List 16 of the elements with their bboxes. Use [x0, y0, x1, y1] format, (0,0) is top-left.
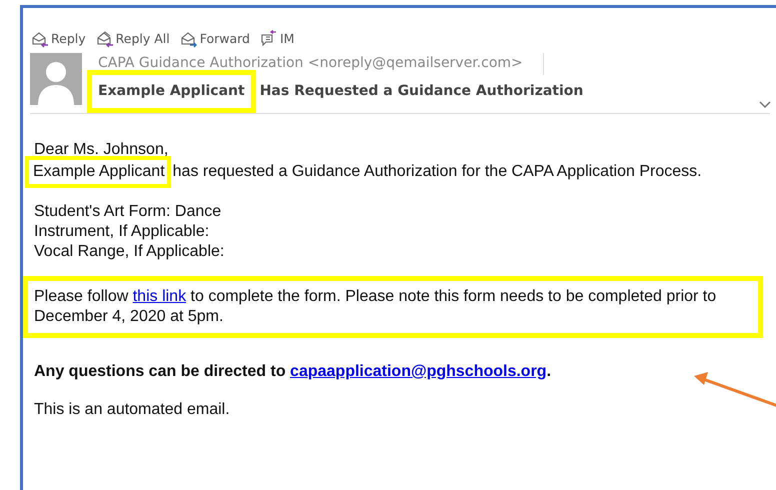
request-text: has requested a Guidance Authorization for the CAPA Application Process. — [172, 162, 702, 182]
form-link[interactable]: this link — [132, 288, 186, 305]
field-line: Instrument, If Applicable: — [34, 222, 210, 242]
questions-text: Any questions can be directed to capaapplication@pghschools.org. — [34, 362, 552, 382]
toolbar-button[interactable]: Reply — [31, 30, 86, 49]
field-line: Student's Art Form: Dance — [34, 202, 222, 222]
toolbar-button[interactable]: Forward — [180, 30, 250, 49]
email-link[interactable]: capaapplication@pghschools.org — [290, 362, 547, 380]
toolbar-button[interactable]: IM — [260, 30, 294, 49]
applicant-name: Example Applicant — [87, 70, 256, 113]
applicant-name: Example Applicant — [25, 156, 171, 188]
automated-note: This is an automated email. — [34, 400, 231, 420]
field-line: Vocal Range, If Applicable: — [34, 242, 226, 262]
instructions-text: Please follow this link to complete the form. Please note this form needs to be completed prior to December 4, 2020 at 5pm. — [23, 276, 763, 338]
toolbar-button[interactable]: Reply All — [96, 30, 170, 49]
subject: Has Requested a Guidance Authorization — [260, 82, 584, 101]
